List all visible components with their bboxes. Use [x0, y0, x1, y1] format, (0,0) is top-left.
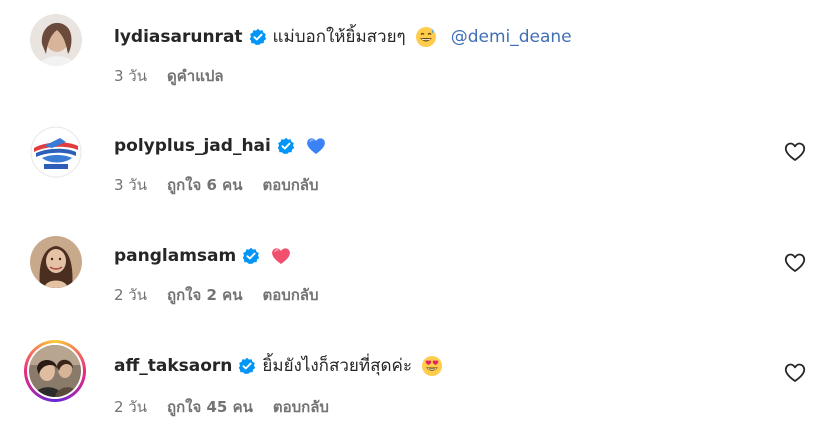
username[interactable]: lydiasarunrat	[114, 26, 243, 48]
comment-time[interactable]: 2 วัน	[114, 397, 147, 417]
reply-button[interactable]: ตอบกลับ	[262, 175, 318, 195]
red-heart-emoji-icon	[270, 245, 292, 267]
comment-text: ยิ้มยังไงก็สวยที่สุดค่ะ	[262, 356, 412, 376]
verified-badge-icon	[238, 357, 256, 375]
comment-item: polyplus_jad_hai 3 วัน ถูกใจ 6 คน ตอบกลั…	[0, 110, 820, 220]
likes-count[interactable]: ถูกใจ 6 คน	[167, 175, 242, 195]
verified-badge-icon	[249, 28, 267, 46]
comment-item: panglamsam 2 วัน ถูกใจ 2 คน ตอบกลับ	[0, 220, 820, 330]
username[interactable]: panglamsam	[114, 245, 236, 267]
mention-link[interactable]: @demi_deane	[451, 26, 572, 48]
avatar[interactable]	[29, 345, 81, 397]
reply-button[interactable]: ตอบกลับ	[273, 397, 329, 417]
reply-button[interactable]: ตอบกลับ	[262, 285, 318, 305]
like-heart-icon[interactable]	[784, 142, 806, 162]
like-heart-icon[interactable]	[784, 363, 806, 383]
like-heart-icon[interactable]	[784, 253, 806, 273]
username[interactable]: polyplus_jad_hai	[114, 135, 271, 157]
likes-count[interactable]: ถูกใจ 2 คน	[167, 285, 242, 305]
see-translation-button[interactable]: ดูคำแปล	[167, 66, 224, 86]
comment-time[interactable]: 3 วัน	[114, 66, 147, 86]
comment-time[interactable]: 3 วัน	[114, 175, 147, 195]
likes-count[interactable]: ถูกใจ 45 คน	[167, 397, 253, 417]
grinning-sweat-emoji-icon	[415, 26, 437, 48]
verified-badge-icon	[242, 247, 260, 265]
blue-heart-emoji-icon	[305, 135, 327, 157]
avatar[interactable]	[30, 14, 82, 66]
heart-eyes-emoji-icon	[421, 355, 443, 377]
comment-item: lydiasarunrat แม่บอกให้ยิ้มสวยๆ @demi_de…	[0, 0, 820, 110]
comment-time[interactable]: 2 วัน	[114, 285, 147, 305]
comment-item: aff_taksaorn ยิ้มยังไงก็สวยที่สุดค่ะ 2 ว…	[0, 330, 820, 431]
avatar[interactable]	[30, 236, 82, 288]
story-ring[interactable]	[24, 340, 86, 402]
verified-badge-icon	[277, 137, 295, 155]
username[interactable]: aff_taksaorn	[114, 355, 232, 377]
avatar[interactable]	[30, 126, 82, 178]
comment-text: แม่บอกให้ยิ้มสวยๆ	[272, 27, 406, 47]
